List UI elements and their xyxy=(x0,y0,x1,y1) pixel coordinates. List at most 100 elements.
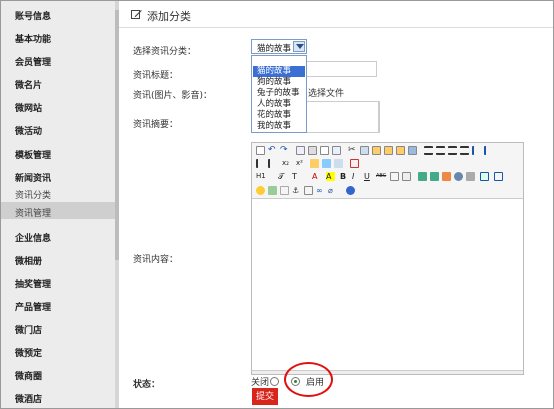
edit-icon xyxy=(131,10,142,19)
status-off-radio[interactable] xyxy=(270,377,279,386)
italic-icon[interactable]: I xyxy=(352,172,361,181)
content-label: 资讯内容： xyxy=(133,255,179,265)
undo-icon[interactable]: ↶ xyxy=(268,146,277,155)
sidebar-item-site[interactable]: 微网站 xyxy=(15,101,42,114)
title-label: 资讯标题： xyxy=(133,71,179,81)
cut-icon[interactable]: ✂ xyxy=(348,146,357,155)
chevron-down-icon[interactable] xyxy=(293,41,305,52)
remove-format-icon[interactable] xyxy=(402,172,411,181)
sidebar-item-template[interactable]: 模板管理 xyxy=(15,148,51,161)
table-icon[interactable] xyxy=(480,172,489,181)
indent-icon[interactable] xyxy=(256,159,265,168)
sidebar-scroll-thumb[interactable] xyxy=(115,10,119,260)
select-all-icon[interactable] xyxy=(408,146,417,155)
category-dropdown-list: 猫的故事 狗的故事 兔子的故事 人的故事 花的故事 我的故事 xyxy=(251,55,307,133)
preview-icon[interactable] xyxy=(296,146,305,155)
page-title: 添加分类 xyxy=(147,10,191,23)
rich-text-editor[interactable]: ↶ ↷ ✂ x₂ x² H1 𝒯 T A A B I U ABC ⚓ ∞ ⌀ xyxy=(251,142,524,375)
category-option[interactable]: 花的故事 xyxy=(253,110,305,121)
align-left-icon[interactable] xyxy=(424,146,433,155)
category-option[interactable]: 我的故事 xyxy=(253,121,305,132)
summary-textarea-edge xyxy=(379,101,380,133)
link-icon[interactable]: ∞ xyxy=(316,186,325,195)
hr-icon[interactable] xyxy=(494,172,503,181)
select-icon[interactable] xyxy=(334,159,343,168)
sidebar-item-stores[interactable]: 微门店 xyxy=(15,323,42,336)
media-icon[interactable] xyxy=(454,172,463,181)
sidebar-item-products[interactable]: 产品管理 xyxy=(15,300,51,313)
line-height-icon[interactable] xyxy=(390,172,399,181)
sidebar-item-hotel[interactable]: 微酒店 xyxy=(15,392,42,405)
subscript-icon[interactable]: x₂ xyxy=(282,159,291,168)
sidebar-sub-news-manage[interactable]: 资讯管理 xyxy=(15,206,51,219)
unlink-icon[interactable]: ⌀ xyxy=(328,186,337,195)
font-family-icon[interactable]: 𝒯 xyxy=(278,172,287,181)
attachment-icon[interactable] xyxy=(466,172,475,181)
font-color-icon[interactable]: A xyxy=(312,172,321,181)
category-label: 选择资讯分类： xyxy=(133,47,197,57)
sidebar-item-album[interactable]: 微相册 xyxy=(15,254,42,267)
page-header: 添加分类 xyxy=(119,1,553,28)
category-option[interactable]: 猫的故事 xyxy=(253,66,305,77)
status-label: 状态： xyxy=(133,380,161,390)
fullscreen-icon[interactable] xyxy=(350,159,359,168)
code-icon[interactable] xyxy=(332,146,341,155)
quick-format-icon[interactable] xyxy=(322,159,331,168)
sidebar-item-company[interactable]: 企业信息 xyxy=(15,231,51,244)
pagebreak-icon[interactable] xyxy=(280,186,289,195)
sidebar-item-lottery[interactable]: 抽奖管理 xyxy=(15,277,51,290)
source-icon[interactable] xyxy=(256,146,265,155)
media-label: 资讯(图片、影音)： xyxy=(133,91,213,101)
sidebar-item-mall[interactable]: 微商圈 xyxy=(15,369,42,382)
status-off-label: 关闭 xyxy=(251,378,270,388)
special-char-icon[interactable] xyxy=(304,186,313,195)
sidebar-item-news[interactable]: 新闻资讯 xyxy=(15,171,51,184)
strikethrough-icon[interactable]: ABC xyxy=(376,172,388,181)
align-center-icon[interactable] xyxy=(436,146,445,155)
emoticon-icon[interactable] xyxy=(256,186,265,195)
template-icon[interactable] xyxy=(320,146,329,155)
map-icon[interactable] xyxy=(268,186,277,195)
sidebar-item-members[interactable]: 会员管理 xyxy=(15,55,51,68)
sidebar-item-card[interactable]: 微名片 xyxy=(15,78,42,91)
align-right-icon[interactable] xyxy=(448,146,457,155)
highlight-color-icon[interactable]: A xyxy=(326,172,335,181)
underline-icon[interactable]: U xyxy=(364,172,373,181)
font-size-icon[interactable]: T xyxy=(292,172,301,181)
sidebar-sub-news-category[interactable]: 资讯分类 xyxy=(15,188,51,201)
heading-icon[interactable]: H1 xyxy=(256,172,270,181)
ordered-list-icon[interactable] xyxy=(472,146,481,155)
category-selected-value: 猫的故事 xyxy=(257,44,292,54)
category-option[interactable]: 狗的故事 xyxy=(253,77,305,88)
anchor-icon[interactable]: ⚓ xyxy=(292,186,301,195)
redo-icon[interactable]: ↷ xyxy=(280,146,289,155)
category-select[interactable]: 猫的故事 xyxy=(251,39,307,54)
annotation-circle xyxy=(284,362,333,397)
flash-icon[interactable] xyxy=(442,172,451,181)
editor-toolbar: ↶ ↷ ✂ x₂ x² H1 𝒯 T A A B I U ABC ⚓ ∞ ⌀ xyxy=(252,143,523,199)
paste-text-icon[interactable] xyxy=(384,146,393,155)
clear-format-icon[interactable] xyxy=(310,159,319,168)
sidebar: 账号信息 基本功能 会员管理 微名片 微网站 微活动 模板管理 新闻资讯 资讯分… xyxy=(1,1,115,408)
sidebar-item-account[interactable]: 账号信息 xyxy=(15,9,51,22)
unordered-list-icon[interactable] xyxy=(484,146,493,155)
submit-button[interactable]: 提交 xyxy=(252,388,278,405)
category-option[interactable]: 兔子的故事 xyxy=(253,88,305,99)
align-justify-icon[interactable] xyxy=(460,146,469,155)
choose-file-button[interactable]: 选择文件 xyxy=(308,86,344,99)
sidebar-item-booking[interactable]: 微预定 xyxy=(15,346,42,359)
multi-image-icon[interactable] xyxy=(430,172,439,181)
summary-label: 资讯摘要： xyxy=(133,120,179,130)
paste-word-icon[interactable] xyxy=(396,146,405,155)
bold-icon[interactable]: B xyxy=(340,172,349,181)
copy-icon[interactable] xyxy=(360,146,369,155)
sidebar-item-basic[interactable]: 基本功能 xyxy=(15,32,51,45)
category-option[interactable]: 人的故事 xyxy=(253,99,305,110)
paste-icon[interactable] xyxy=(372,146,381,155)
outdent-icon[interactable] xyxy=(268,159,277,168)
image-icon[interactable] xyxy=(418,172,427,181)
print-icon[interactable] xyxy=(308,146,317,155)
sidebar-item-activity[interactable]: 微活动 xyxy=(15,124,42,137)
help-icon[interactable] xyxy=(346,186,355,195)
superscript-icon[interactable]: x² xyxy=(296,159,305,168)
